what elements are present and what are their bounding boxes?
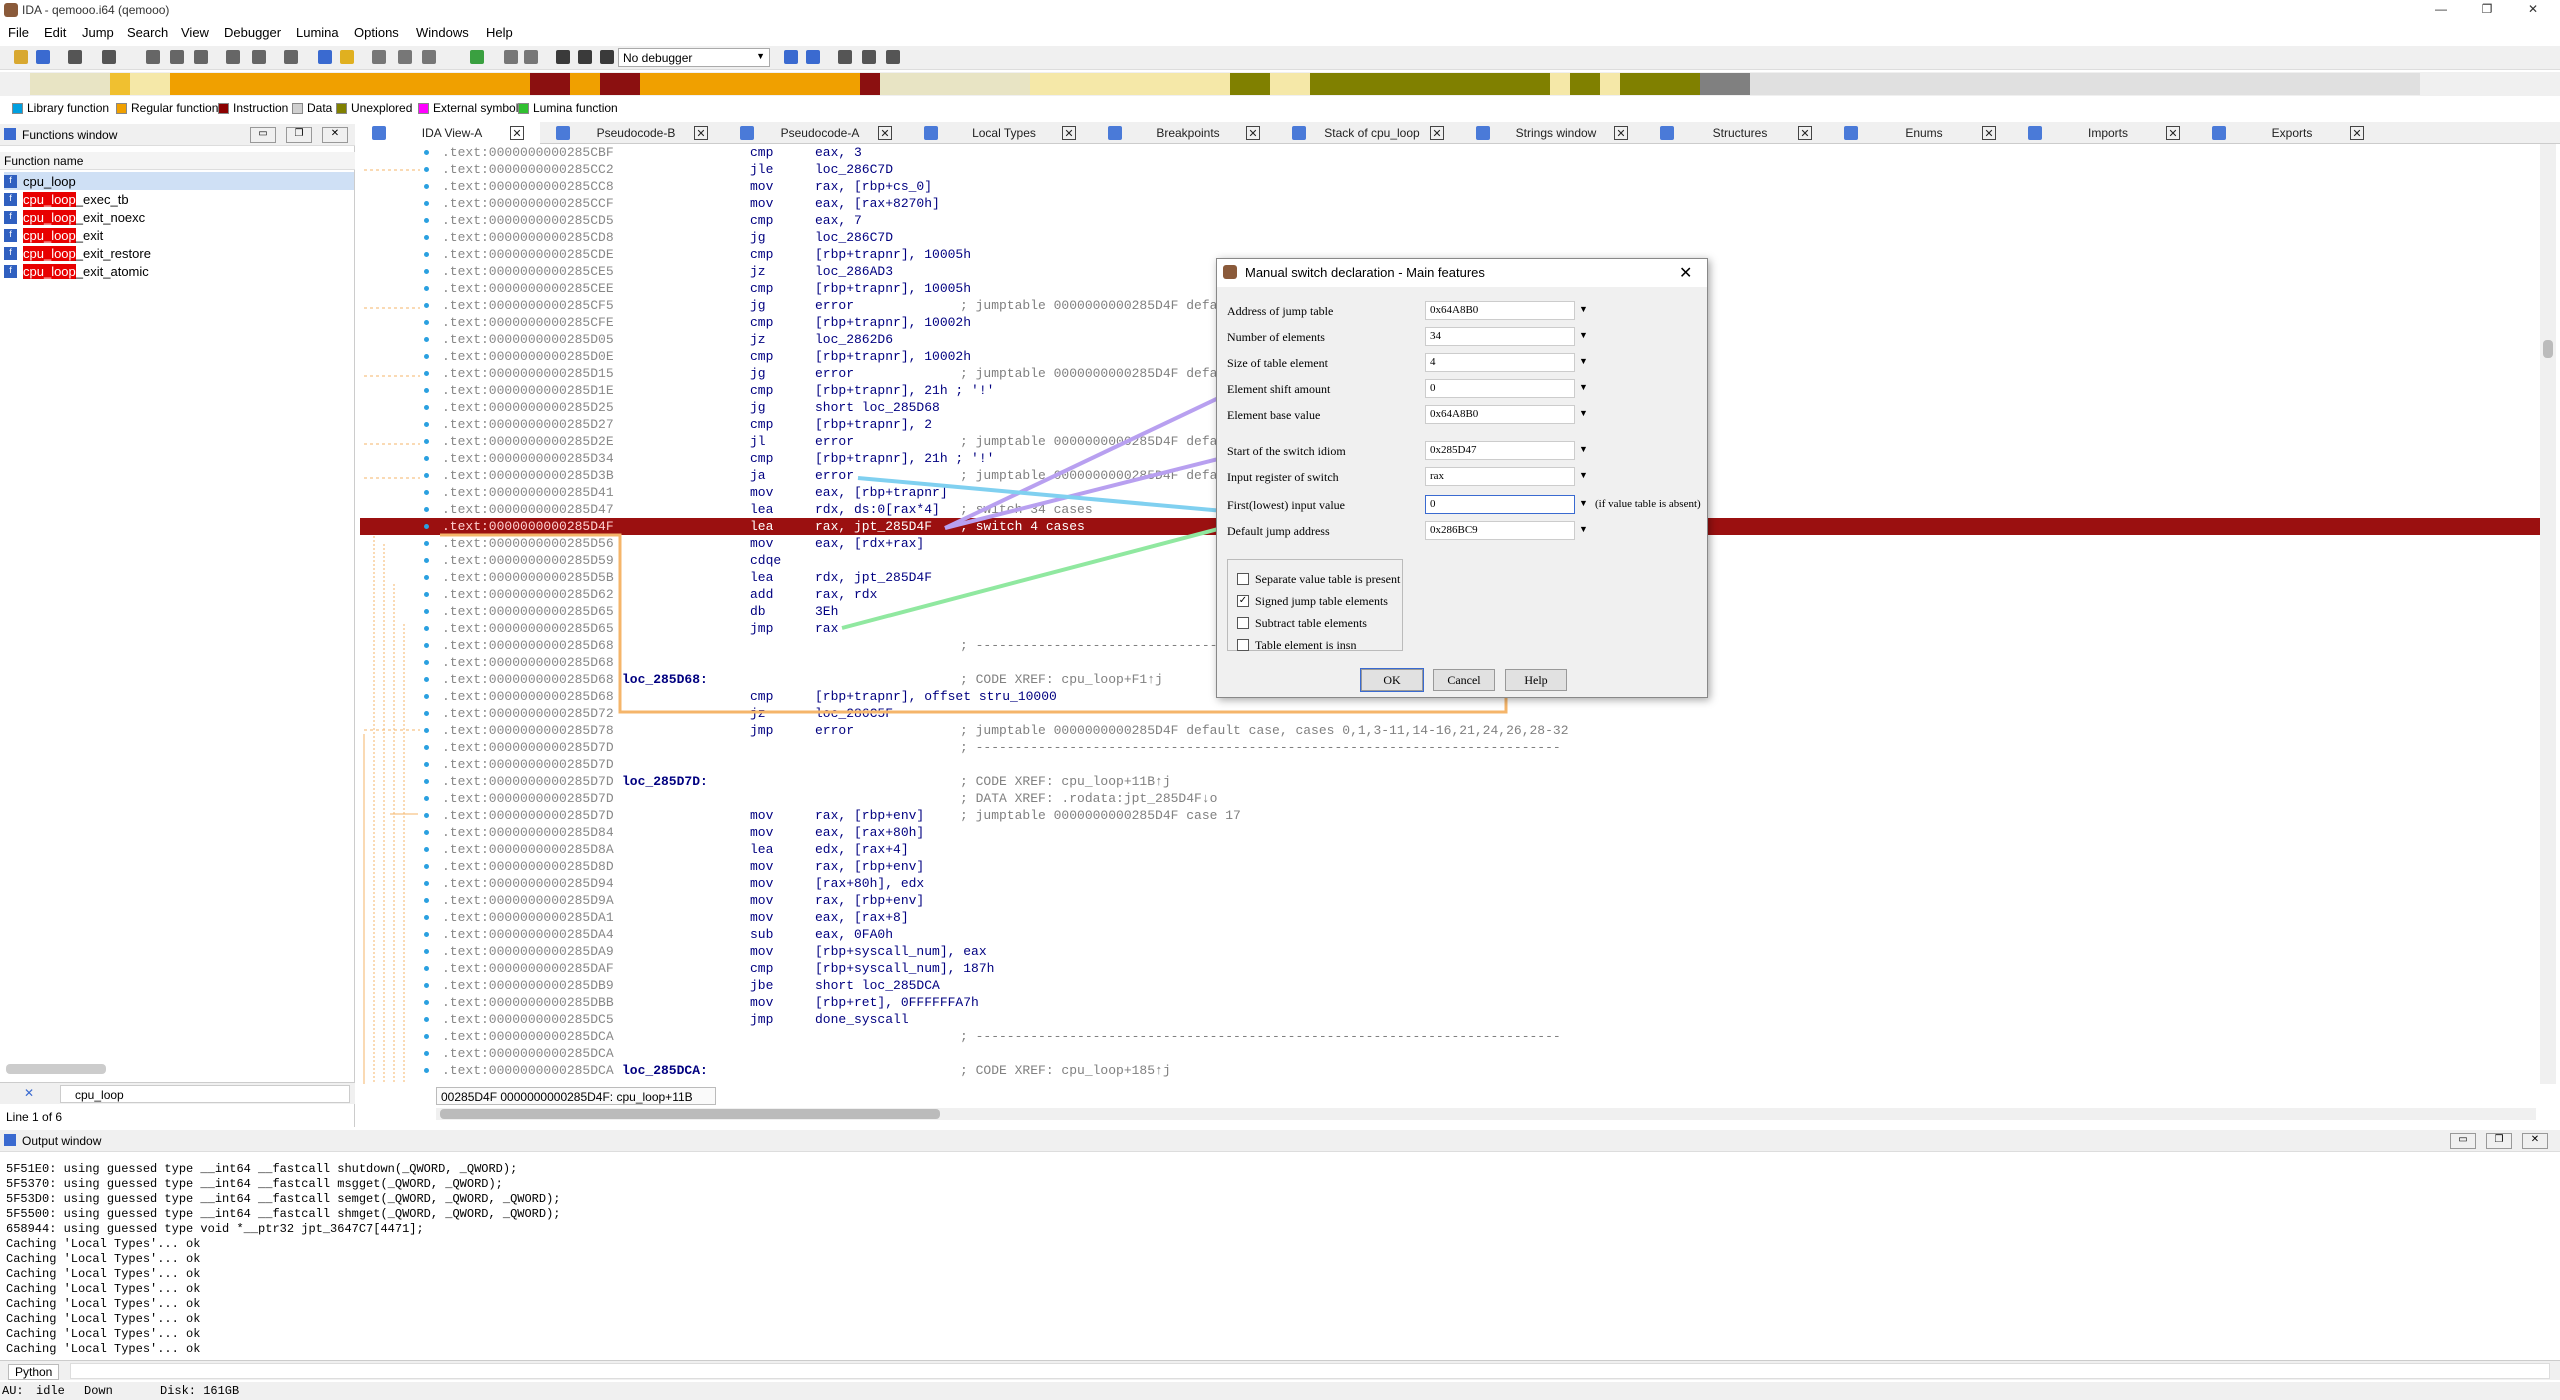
checkbox-box[interactable] — [1237, 639, 1249, 651]
restore-output-icon[interactable]: ❐ — [2486, 1133, 2512, 1149]
help-button[interactable]: Help — [1505, 669, 1567, 691]
checkbox-box[interactable]: ✓ — [1237, 595, 1249, 607]
field-label: Input register of switch — [1227, 470, 1339, 484]
chevron-down-icon[interactable]: ▼ — [1579, 524, 1589, 534]
chevron-down-icon[interactable]: ▼ — [1579, 470, 1589, 480]
field-label: First(lowest) input value — [1227, 498, 1345, 512]
chevron-down-icon[interactable]: ▼ — [1579, 304, 1589, 314]
checkbox-signed-jump-table-elements[interactable]: ✓ Signed jump table elements — [1237, 593, 1388, 609]
output-line: Caching 'Local Types'... ok — [6, 1282, 201, 1296]
field-row-element-shift-amount: Element shift amount 0 ▼ — [1227, 379, 1707, 399]
chevron-down-icon[interactable]: ▼ — [1579, 408, 1589, 418]
chevron-down-icon[interactable]: ▼ — [1579, 382, 1589, 392]
status-au: AU: — [2, 1384, 24, 1398]
chevron-down-icon[interactable]: ▼ — [1579, 330, 1589, 340]
field-row-start-of-the-switch-idiom: Start of the switch idiom 0x285D47 ▼ — [1227, 441, 1707, 461]
python-button[interactable]: Python — [8, 1364, 60, 1380]
checkbox-label: Separate value table is present — [1255, 571, 1401, 586]
cancel-button[interactable]: Cancel — [1433, 669, 1495, 691]
field-row-address-of-jump-table: Address of jump table 0x64A8B0 ▼ — [1227, 301, 1707, 321]
output-log[interactable]: 5F51E0: using guessed type __int64 __fas… — [6, 1162, 2506, 1357]
field-label: Address of jump table — [1227, 304, 1334, 318]
dialog-title: Manual switch declaration - Main feature… — [1217, 259, 1707, 287]
field-input[interactable]: 4 — [1425, 353, 1575, 372]
output-line: Caching 'Local Types'... ok — [6, 1312, 201, 1326]
status-disk: Disk: 161GB — [160, 1384, 240, 1398]
output-icon — [4, 1134, 16, 1146]
field-input[interactable]: 0x285D47 — [1425, 441, 1575, 460]
output-line: Caching 'Local Types'... ok — [6, 1327, 201, 1341]
field-row-input-register-of-switch: Input register of switch rax ▼ — [1227, 467, 1707, 487]
dialog-close-icon[interactable]: ✕ — [1679, 263, 1692, 283]
output-line: 5F51E0: using guessed type __int64 __fas… — [6, 1162, 518, 1176]
field-input[interactable]: 0x64A8B0 — [1425, 405, 1575, 424]
field-input[interactable]: 0 — [1425, 379, 1575, 398]
manual-switch-dialog: Manual switch declaration - Main feature… — [1216, 258, 1708, 698]
field-row-size-of-table-element: Size of table element 4 ▼ — [1227, 353, 1707, 373]
field-label: Size of table element — [1227, 356, 1328, 370]
field-input[interactable]: rax — [1425, 467, 1575, 486]
field-input[interactable]: 0 — [1425, 495, 1575, 514]
field-row-number-of-elements: Number of elements 34 ▼ — [1227, 327, 1707, 347]
field-row-default-jump-address: Default jump address 0x286BC9 ▼ — [1227, 521, 1707, 541]
field-label: Element shift amount — [1227, 382, 1331, 396]
output-line: Caching 'Local Types'... ok — [6, 1342, 201, 1356]
checkbox-separate-value-table-is-present[interactable]: Separate value table is present — [1237, 571, 1400, 587]
output-line: 5F5500: using guessed type __int64 __fas… — [6, 1207, 561, 1221]
checkbox-box[interactable] — [1237, 617, 1249, 629]
chevron-down-icon[interactable]: ▼ — [1579, 444, 1589, 454]
float-output-icon[interactable]: ▭ — [2450, 1133, 2476, 1149]
chevron-down-icon[interactable]: ▼ — [1579, 498, 1589, 508]
field-input[interactable]: 0x286BC9 — [1425, 521, 1575, 540]
output-line: 5F5370: using guessed type __int64 __fas… — [6, 1177, 503, 1191]
output-line: Caching 'Local Types'... ok — [6, 1267, 201, 1281]
field-input[interactable]: 0x64A8B0 — [1425, 301, 1575, 320]
field-label: Start of the switch idiom — [1227, 444, 1346, 458]
field-input[interactable]: 34 — [1425, 327, 1575, 346]
checkbox-label: Signed jump table elements — [1255, 593, 1388, 608]
output-line: 658944: using guessed type void *__ptr32… — [6, 1222, 424, 1236]
output-window-title: Output window — [22, 1134, 102, 1148]
ida-dialog-icon — [1223, 265, 1237, 279]
field-label: Number of elements — [1227, 330, 1325, 344]
checkbox-label: Subtract table elements — [1255, 615, 1367, 630]
ok-button[interactable]: OK — [1360, 668, 1424, 692]
status-direction: Down — [84, 1384, 113, 1398]
status-bar: AU: idle Down Disk: 161GB — [0, 1382, 2560, 1400]
python-input[interactable] — [70, 1363, 2550, 1379]
output-line: Caching 'Local Types'... ok — [6, 1297, 201, 1311]
python-bar: Python — [0, 1360, 2560, 1380]
checkbox-subtract-table-elements[interactable]: Subtract table elements — [1237, 615, 1367, 631]
field-label: Default jump address — [1227, 524, 1330, 538]
checkbox-table-element-is-insn[interactable]: Table element is insn — [1237, 637, 1356, 653]
status-state: idle — [36, 1384, 65, 1398]
field-label: Element base value — [1227, 408, 1321, 422]
checkbox-label: Table element is insn — [1255, 637, 1357, 652]
output-window-header: Output window ▭ ❐ ✕ — [0, 1130, 2560, 1152]
chevron-down-icon[interactable]: ▼ — [1579, 356, 1589, 366]
output-line: 5F53D0: using guessed type __int64 __fas… — [6, 1192, 561, 1206]
output-line: Caching 'Local Types'... ok — [6, 1252, 201, 1266]
checkbox-box[interactable] — [1237, 573, 1249, 585]
output-line: Caching 'Local Types'... ok — [6, 1237, 201, 1251]
field-hint: (if value table is absent) — [1595, 498, 1701, 510]
field-row-element-base-value: Element base value 0x64A8B0 ▼ — [1227, 405, 1707, 425]
field-row-first-lowest-input-value: First(lowest) input value 0 ▼ (if value tab… — [1227, 495, 1707, 515]
close-output-icon[interactable]: ✕ — [2522, 1133, 2548, 1149]
